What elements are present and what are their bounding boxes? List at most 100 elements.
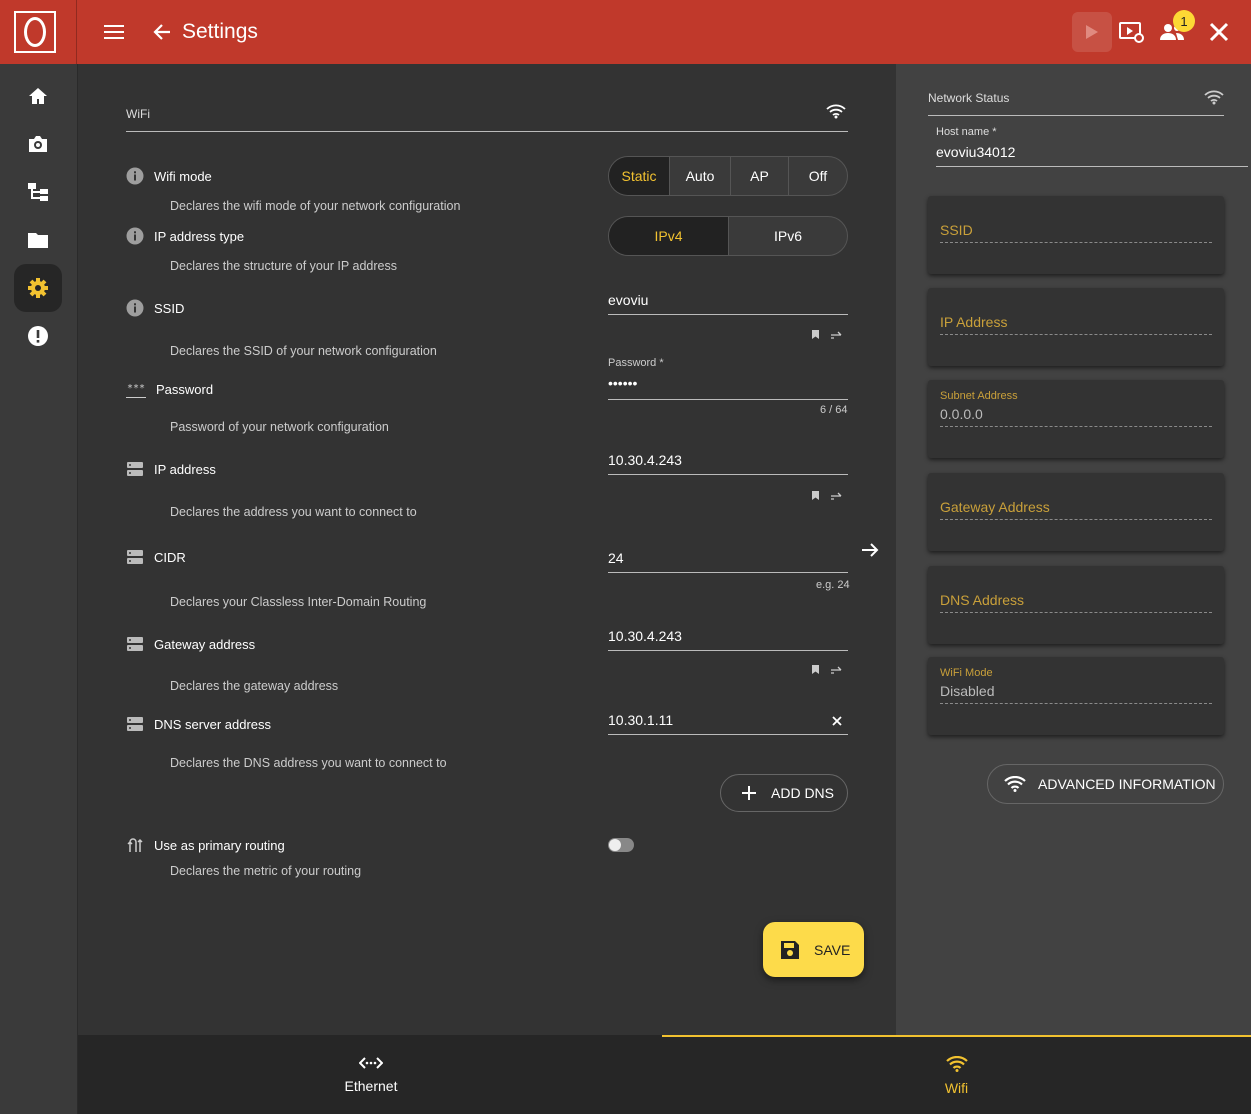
save-icon — [781, 940, 799, 959]
tools-icon[interactable] — [1205, 18, 1233, 46]
wifi-mode-option-ap[interactable]: AP — [730, 157, 788, 195]
wifi-mode-status-label: WiFi Mode — [940, 667, 993, 679]
app-logo[interactable] — [14, 11, 56, 53]
wifi-section-header: WiFi — [126, 94, 848, 132]
routing-icon — [126, 836, 144, 854]
sidebar-item-folder[interactable] — [14, 216, 62, 264]
dns-label: DNS server address — [154, 716, 272, 732]
wifi-mode-selector: Static Auto AP Off — [608, 156, 848, 196]
wifi-mode-row: Wifi mode — [126, 167, 212, 185]
host-name-field[interactable]: Host name * evoviu34012 — [936, 124, 1248, 167]
dns-row: DNS server address — [126, 715, 271, 733]
menu-icon[interactable] — [100, 18, 128, 46]
dns-desc: Declares the DNS address you want to con… — [170, 756, 447, 770]
ssid-input[interactable]: evoviu — [608, 286, 848, 315]
advanced-information-button[interactable]: ADVANCED INFORMATION — [987, 764, 1224, 804]
gateway-card: Gateway Address — [928, 473, 1224, 551]
password-input[interactable]: Password * •••••• — [608, 357, 848, 400]
gateway-field-actions — [811, 664, 842, 675]
primary-routing-toggle[interactable] — [608, 838, 634, 852]
notification-badge: 1 — [1173, 10, 1195, 32]
server-icon — [126, 635, 144, 653]
dns-value: 10.30.1.11 — [608, 712, 674, 728]
server-icon — [126, 548, 144, 566]
ethernet-icon — [359, 1056, 383, 1069]
cidr-input[interactable]: 24 — [608, 542, 848, 573]
swap-icon[interactable] — [830, 329, 842, 339]
wifi-icon — [1004, 776, 1026, 792]
gateway-input[interactable]: 10.30.4.243 — [608, 621, 848, 651]
play-button[interactable] — [1072, 12, 1112, 52]
gateway-row: Gateway address — [126, 635, 255, 653]
wifi-mode-status-value: Disabled — [940, 683, 995, 699]
wifi-icon — [826, 104, 846, 124]
ssid-value: evoviu — [608, 292, 649, 308]
top-app-bar: Settings 1 — [0, 0, 1251, 64]
swap-icon[interactable] — [830, 664, 842, 674]
gear-icon — [28, 278, 48, 298]
password-value: •••••• — [608, 375, 638, 391]
password-field-label: Password * — [608, 357, 664, 369]
password-icon: *** — [126, 380, 146, 398]
primary-routing-desc: Declares the metric of your routing — [170, 864, 362, 878]
sidebar-item-camera[interactable] — [14, 120, 62, 168]
subnet-card: Subnet Address 0.0.0.0 — [928, 380, 1224, 458]
bookmark-icon[interactable] — [811, 490, 820, 501]
subnet-status-label: Subnet Address — [940, 390, 1018, 402]
sidebar-item-settings[interactable] — [14, 264, 62, 312]
ip-address-card: IP Address — [928, 288, 1224, 366]
info-icon[interactable] — [126, 299, 144, 317]
server-icon — [126, 460, 144, 478]
save-button[interactable]: SAVE — [763, 922, 864, 977]
tab-wifi[interactable]: Wifi — [662, 1035, 1251, 1114]
ssid-label: SSID — [154, 300, 185, 316]
ip-type-selector: IPv4 IPv6 — [608, 216, 848, 256]
ip-status-label: IP Address — [940, 314, 1008, 330]
wifi-signal-icon — [1204, 90, 1224, 110]
dns-status-label: DNS Address — [940, 592, 1025, 608]
dns-card: DNS Address — [928, 566, 1224, 644]
sidebar-item-hierarchy[interactable] — [14, 168, 62, 216]
tab-ethernet-label: Ethernet — [344, 1077, 398, 1094]
wifi-settings-panel: WiFi Wifi mode Declares the wifi mode of… — [78, 64, 896, 1035]
wifi-mode-option-static[interactable]: Static — [609, 157, 669, 195]
sidebar-item-home[interactable] — [14, 72, 62, 120]
host-name-value: evoviu34012 — [936, 144, 1016, 160]
video-settings-icon[interactable] — [1118, 18, 1146, 46]
tab-ethernet[interactable]: Ethernet — [78, 1035, 664, 1114]
ip-type-option-ipv6[interactable]: IPv6 — [728, 217, 847, 255]
wifi-mode-option-auto[interactable]: Auto — [669, 157, 730, 195]
back-arrow-icon[interactable] — [148, 18, 176, 46]
alert-icon — [28, 326, 48, 346]
clear-icon[interactable] — [832, 716, 842, 726]
sidebar-item-alert[interactable] — [14, 312, 62, 360]
plus-icon — [742, 786, 756, 800]
ssid-card: SSID — [928, 196, 1224, 274]
ip-address-input[interactable]: 10.30.4.243 — [608, 446, 848, 475]
page-title: Settings — [182, 20, 258, 43]
ip-type-option-ipv4[interactable]: IPv4 — [609, 217, 728, 255]
wifi-mode-option-off[interactable]: Off — [788, 157, 847, 195]
wifi-icon — [945, 1055, 968, 1072]
logo-container — [0, 0, 77, 64]
sidebar — [0, 64, 78, 1114]
network-status-header: Network Status — [928, 86, 1224, 116]
info-icon[interactable] — [126, 167, 144, 185]
ip-type-row: IP address type — [126, 227, 244, 245]
add-dns-button[interactable]: ADD DNS — [720, 774, 848, 812]
dns-input[interactable]: 10.30.1.11 — [608, 705, 848, 735]
swap-icon[interactable] — [830, 490, 842, 500]
gateway-status-label: Gateway Address — [940, 499, 1050, 515]
bookmark-icon[interactable] — [811, 664, 820, 675]
ip-type-label: IP address type — [154, 228, 245, 244]
hierarchy-icon — [28, 183, 48, 201]
bookmark-icon[interactable] — [811, 329, 820, 340]
wifi-mode-card: WiFi Mode Disabled — [928, 657, 1224, 735]
host-name-label: Host name * — [936, 126, 997, 138]
tab-wifi-label: Wifi — [944, 1079, 969, 1096]
wifi-mode-desc: Declares the wifi mode of your network c… — [170, 199, 461, 213]
arrow-right-icon[interactable] — [860, 540, 880, 560]
gateway-label: Gateway address — [154, 636, 256, 652]
ip-address-value: 10.30.4.243 — [608, 452, 682, 468]
info-icon[interactable] — [126, 227, 144, 245]
